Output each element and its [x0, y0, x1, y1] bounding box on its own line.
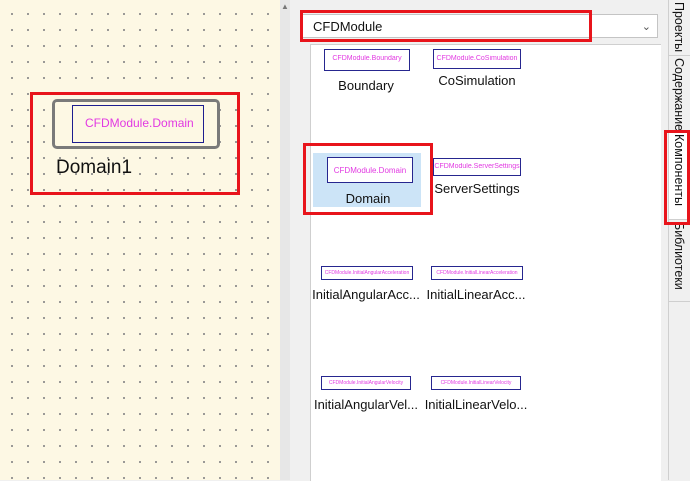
canvas-vertical-scrollbar[interactable]: ▲ — [280, 0, 290, 480]
library-selector-dropdown[interactable]: CFDModule ⌄ — [302, 14, 658, 38]
component-thumbnail: CFDModule.Boundary — [324, 49, 410, 71]
component-item-label: CoSimulation — [438, 73, 516, 88]
tab-projects[interactable]: Проекты — [669, 0, 690, 56]
component-item-label: ServerSettings — [434, 181, 520, 196]
component-thumbnail: CFDModule.InitialLinearVelocity — [431, 376, 521, 390]
component-thumbnail: CFDModule.CoSimulation — [433, 49, 521, 69]
scroll-up-arrow-icon[interactable]: ▲ — [280, 2, 290, 12]
domain-block-type-label: CFDModule.Domain — [85, 116, 194, 130]
component-item-serversettings[interactable]: CFDModule.ServerSettings ServerSettings — [422, 157, 532, 217]
component-item-boundary[interactable]: CFDModule.Boundary Boundary — [311, 47, 421, 107]
component-thumbnail: CFDModule.ServerSettings — [433, 158, 521, 176]
component-item-initialangularvelocity[interactable]: CFDModule.InitialAngularVelocity Initial… — [311, 375, 421, 435]
domain-block[interactable]: CFDModule.Domain — [52, 99, 220, 149]
component-item-initiallinearvelocity[interactable]: CFDModule.InitialLinearVelocity InitialL… — [421, 375, 531, 435]
component-thumbnail: CFDModule.Domain — [327, 157, 413, 183]
tab-contents[interactable]: Содержание — [669, 56, 690, 132]
component-item-initiallinearacceleration[interactable]: CFDModule.InitialLinearAcceleration Init… — [421, 265, 531, 325]
component-thumbnail: CFDModule.InitialLinearAcceleration — [431, 266, 523, 280]
domain-block-instance-name[interactable]: Domain1 — [56, 157, 132, 179]
tab-libraries[interactable]: Библиотеки — [669, 220, 690, 302]
panel-splitter[interactable] — [290, 0, 298, 480]
side-tab-strip: Проекты Содержание Компоненты Библиотеки — [668, 0, 690, 480]
component-thumbnail: CFDModule.InitialAngularAcceleration — [321, 266, 413, 280]
component-item-initialangularacceleration[interactable]: CFDModule.InitialAngularAcceleration Ini… — [311, 265, 421, 325]
component-grid: CFDModule.Boundary Boundary CFDModule.Co… — [310, 44, 661, 481]
diagram-canvas[interactable]: CFDModule.Domain Domain1 — [0, 0, 280, 480]
library-selector-value: CFDModule — [313, 19, 383, 34]
component-item-label: InitialLinearVelo... — [424, 397, 528, 412]
component-item-label: InitialLinearAcc... — [426, 287, 526, 302]
component-thumbnail: CFDModule.InitialAngularVelocity — [321, 376, 411, 390]
tab-components[interactable]: Компоненты — [669, 132, 690, 220]
component-item-domain[interactable]: CFDModule.Domain Domain — [313, 153, 421, 207]
chevron-down-icon[interactable]: ⌄ — [642, 20, 651, 33]
component-item-cosimulation[interactable]: CFDModule.CoSimulation CoSimulation — [422, 47, 532, 107]
component-library-panel: CFDModule ⌄ CFDModule.Boundary Boundary … — [298, 0, 668, 481]
